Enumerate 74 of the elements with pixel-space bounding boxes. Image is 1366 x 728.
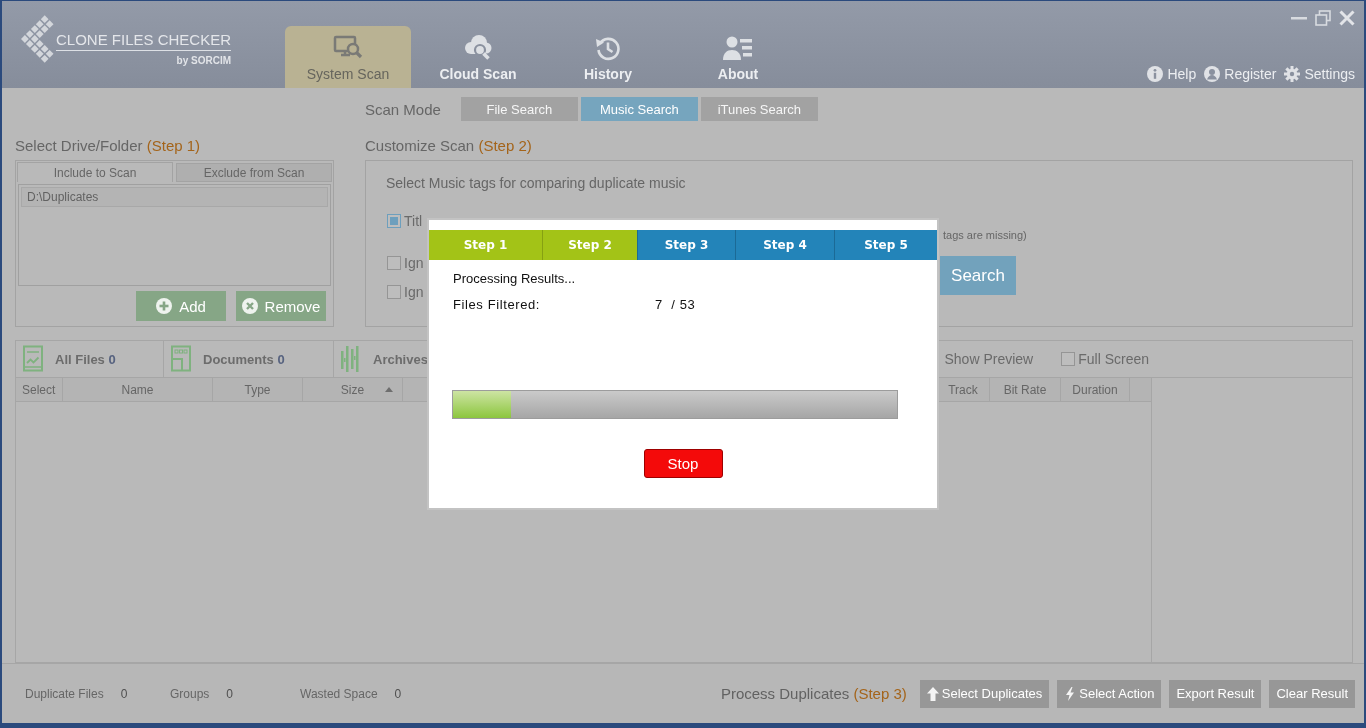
summary-label: Wasted Space <box>300 686 378 701</box>
column-header[interactable]: Name <box>63 378 213 401</box>
info-icon <box>1147 66 1164 82</box>
checkbox[interactable] <box>387 285 401 299</box>
scan-mode-tab[interactable]: Music Search <box>580 97 698 121</box>
scan-mode-tab[interactable]: iTunes Search <box>700 97 818 121</box>
add-button[interactable]: Add <box>136 291 226 321</box>
prompt-text: Select Music tags for comparing duplicate music <box>386 175 687 192</box>
x-circle-icon <box>241 298 258 314</box>
status-text: Processing Results... <box>453 271 577 287</box>
header-link[interactable]: Help <box>1147 66 1197 82</box>
summary-label: Duplicate Files <box>25 686 104 701</box>
scan-list-tab[interactable]: Include to Scan <box>17 162 173 182</box>
step-indicator: Step 1 <box>429 230 542 260</box>
step-indicator: Step 3 <box>637 230 735 260</box>
section-title: Customize Scan (Step 2) <box>365 136 533 156</box>
plus-circle-icon <box>156 298 173 314</box>
nav-tab[interactable]: History <box>545 26 671 88</box>
user-circle-icon <box>1204 66 1221 82</box>
column-header[interactable]: Select <box>16 378 63 401</box>
checkbox-label: Full Screen <box>1078 351 1149 367</box>
scan-mode-tab[interactable]: File Search <box>460 97 578 121</box>
column-header[interactable]: Size <box>303 378 403 401</box>
restore-icon[interactable] <box>1315 10 1331 26</box>
summary-value: 0 <box>394 686 402 701</box>
category-tab[interactable]: Documents 0 <box>164 341 334 377</box>
checkbox-label: Ign <box>404 255 424 271</box>
close-icon[interactable] <box>1339 10 1355 26</box>
summary-label: Groups <box>170 686 210 701</box>
action-button[interactable]: Clear Result <box>1269 679 1355 708</box>
checkbox-label: Titl <box>404 213 423 229</box>
settings-icon <box>1284 66 1301 82</box>
step-indicator: Step 5 <box>834 230 937 260</box>
archive-bars-icon <box>340 345 362 373</box>
checkbox-label: Show Preview <box>944 351 1034 367</box>
summary-value: 0 <box>120 686 128 701</box>
nav-tab[interactable]: Cloud Scan <box>415 26 541 88</box>
header-link[interactable]: Settings <box>1284 66 1355 82</box>
cloud-search-icon <box>463 34 493 62</box>
section-title: Process Duplicates (Step 3) <box>720 685 907 702</box>
checkbox-label: Ign <box>404 284 424 300</box>
scan-list-tab[interactable]: Exclude from Scan <box>176 163 332 182</box>
nav-tab[interactable]: About <box>675 26 801 88</box>
checkbox[interactable] <box>387 256 401 270</box>
user-list-icon <box>723 34 753 62</box>
column-header[interactable]: Type <box>213 378 303 401</box>
document-icon <box>170 345 192 373</box>
category-tab[interactable]: All Files 0 <box>16 341 164 377</box>
app-subtitle: by SORCIM <box>176 55 232 66</box>
action-button[interactable]: Export Result <box>1169 679 1262 708</box>
step-indicator: Step 4 <box>735 230 834 260</box>
counter-value: 7 / 53 <box>655 297 696 313</box>
search-button[interactable]: Search <box>940 256 1016 295</box>
section-title: Select Drive/Folder (Step 1) <box>15 136 202 156</box>
counter-label: Files Filtered: <box>453 297 542 313</box>
step-indicator: Step 2 <box>542 230 637 260</box>
app-title: CLONE FILES CHECKER <box>56 31 232 51</box>
category-tab[interactable]: Archives <box>334 341 427 377</box>
column-header[interactable]: Bit Rate <box>990 378 1061 401</box>
nav-tab[interactable]: System Scan <box>285 26 411 88</box>
header-link[interactable]: Register <box>1204 66 1277 82</box>
folder-path[interactable]: D:\Duplicates <box>21 187 328 207</box>
checkbox[interactable] <box>1061 352 1076 366</box>
summary-value: 0 <box>226 686 234 701</box>
chart-document-icon <box>22 345 44 373</box>
action-button[interactable]: Select Action <box>1057 679 1162 708</box>
remove-button[interactable]: Remove <box>236 291 326 321</box>
stop-button[interactable]: Stop <box>643 449 723 478</box>
arrow-up-icon <box>926 686 939 701</box>
checkbox[interactable] <box>387 214 401 228</box>
action-button[interactable]: Select Duplicates <box>919 679 1050 708</box>
scan-mode-label: Scan Mode <box>365 100 441 118</box>
column-header[interactable]: Duration <box>1061 378 1130 401</box>
note-text: tags are missing) <box>943 228 1027 242</box>
